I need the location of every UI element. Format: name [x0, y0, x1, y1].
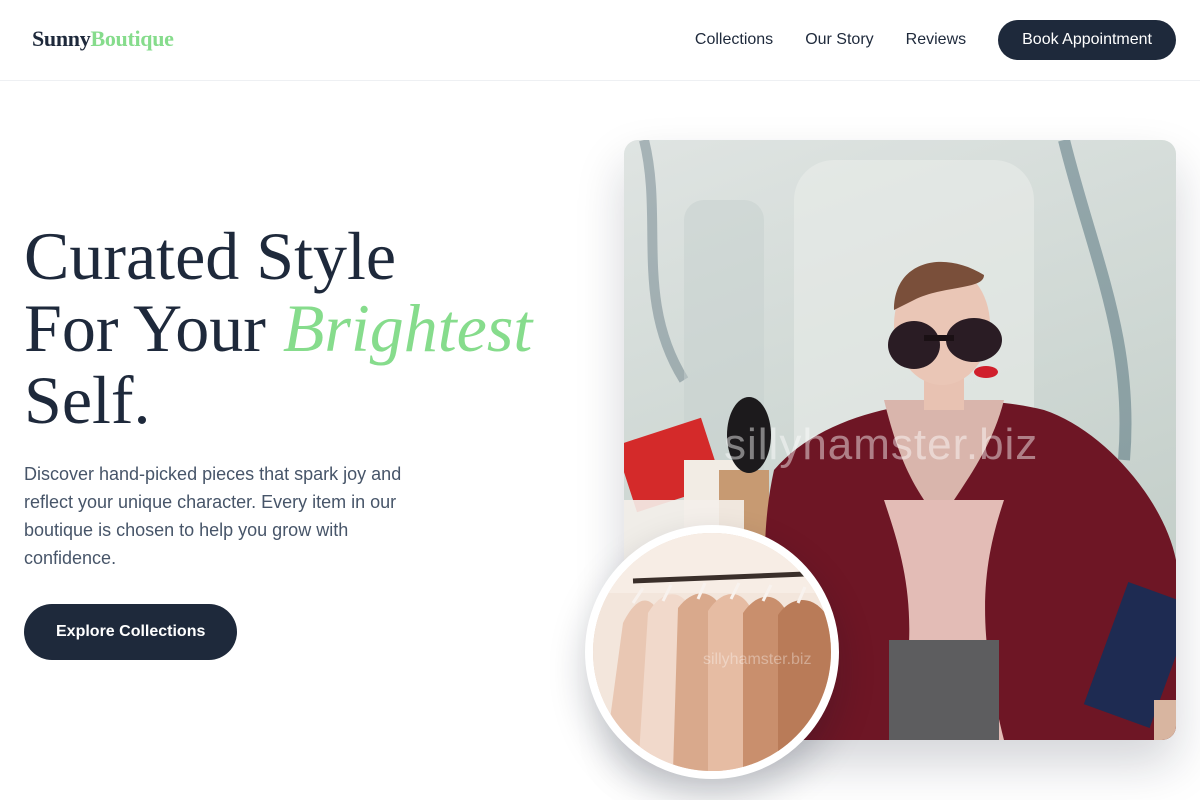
brand-logo[interactable]: SunnyBoutique	[32, 26, 174, 52]
hero-title-accent: Brightest	[282, 290, 533, 366]
main-image-watermark: sillyhamster.biz	[724, 420, 1039, 469]
explore-collections-button[interactable]: Explore Collections	[24, 604, 238, 660]
brand-name-part2: Boutique	[90, 26, 174, 51]
nav-link-our-story[interactable]: Our Story	[805, 20, 873, 60]
circle-image-watermark: sillyhamster.biz	[703, 651, 812, 668]
clothing-rack-photo: sillyhamster.biz	[585, 525, 839, 779]
hero-title-line2-prefix: For Your	[24, 290, 283, 366]
hero-title-line3: Self.	[24, 362, 151, 438]
site-header: SunnyBoutique Collections Our Story Revi…	[0, 0, 1200, 81]
nav-link-reviews[interactable]: Reviews	[906, 20, 966, 60]
hero-description: Discover hand-picked pieces that spark j…	[24, 464, 402, 568]
hero-title: Curated Style For Your Brightest Self.	[24, 220, 584, 436]
hero-title-line1: Curated Style	[24, 218, 397, 294]
main-nav: Collections Our Story Reviews Book Appoi…	[695, 20, 1176, 60]
book-appointment-button[interactable]: Book Appointment	[998, 20, 1176, 60]
brand-name-part1: Sunny	[32, 26, 91, 51]
nav-link-collections[interactable]: Collections	[695, 20, 773, 60]
